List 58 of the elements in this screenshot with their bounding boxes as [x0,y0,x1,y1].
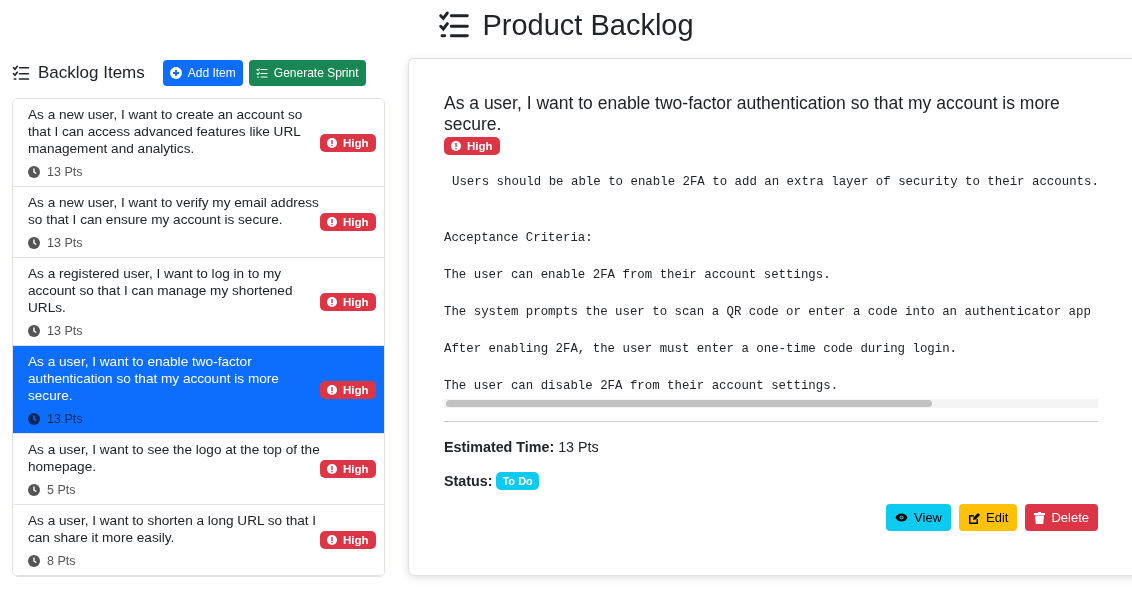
exclamation-circle-icon [327,296,337,307]
exclamation-circle-icon [327,535,337,545]
story-points: 8 Pts [47,554,76,568]
trash-icon [1034,511,1046,524]
exclamation-circle-icon [327,384,337,395]
eye-icon [895,513,909,522]
criteria-line: After enabling 2FA, the user must enter a one-time code during login. [444,340,959,358]
clock-icon [28,555,40,567]
view-button[interactable]: View [886,504,951,531]
add-item-button[interactable]: Add Item [162,60,243,86]
backlog-item[interactable]: As a new user, I want to create an account so that I can access advanced features like URL management and analytics. 13 Pts High [13,99,384,187]
horizontal-scrollbar[interactable] [444,399,1098,408]
criteria-line: The user can disable 2FA from their account settings. [444,377,840,395]
checklist-icon [12,64,30,82]
status-badge: To Do [496,472,539,490]
page-title: Product Backlog [482,8,694,42]
detail-title: As a user, I want to enable two-factor authentication so that my account is more secure. [444,93,1061,135]
edit-button[interactable]: Edit [959,504,1018,531]
description-text: Users should be able to enable 2FA to add an extra layer of security to their accounts. [451,174,1100,191]
checklist-icon [255,67,268,79]
exclamation-circle-icon [327,464,337,474]
item-title: As a new user, I want to create an account so that I can access advanced features like URL management and analytics. [28,106,304,157]
section-heading: Backlog Items [38,63,145,83]
story-points: 5 Pts [47,483,76,497]
priority-badge: High [320,213,376,231]
clock-icon [28,413,40,425]
priority-badge: High [320,133,376,152]
story-points: 13 Pts [47,412,83,426]
delete-button[interactable]: Delete [1025,504,1098,531]
exclamation-circle-icon [451,141,461,151]
story-points: 13 Pts [47,324,83,338]
edit-icon [968,511,980,524]
priority-badge: High [320,292,376,311]
plus-circle-icon [169,67,182,79]
item-title: As a new user, I want to verify my email address so that I can ensure my account is secure. [28,194,320,228]
priority-badge: High [320,460,376,478]
item-title: As a user, I want to see the logo at the top of the homepage. [28,441,320,475]
backlog-item[interactable]: As a user, I want to enable two-factor authentication so that my account is more secure. 13 Pts High [13,346,384,434]
priority-badge: High [320,531,376,549]
clock-icon [28,166,40,178]
clock-icon [28,484,40,496]
criteria-heading: Acceptance Criteria: [444,229,594,247]
criteria-line: The system prompts the user to scan a QR code or enter a code into an authenticator app [444,303,1092,321]
estimate-text: Estimated Time: 13 Pts [444,439,599,455]
exclamation-circle-icon [327,217,337,227]
clock-icon [28,325,40,337]
priority-badge: High [444,137,500,155]
story-points: 13 Pts [47,236,83,250]
exclamation-circle-icon [327,137,337,148]
generate-sprint-button[interactable]: Generate Sprint [248,60,366,86]
status-label: Status: [444,473,493,489]
criteria-line: The user can enable 2FA from their account settings. [444,266,832,284]
clock-icon [28,237,40,249]
item-title: As a user, I want to enable two-factor authentication so that my account is more secure. [28,353,280,404]
item-title: As a user, I want to shorten a long URL so that I can share it more easily. [28,512,318,546]
item-title: As a registered user, I want to log in to my account so that I can manage my shortened URLs. [28,265,294,316]
story-points: 13 Pts [47,165,83,179]
priority-badge: High [320,380,376,399]
